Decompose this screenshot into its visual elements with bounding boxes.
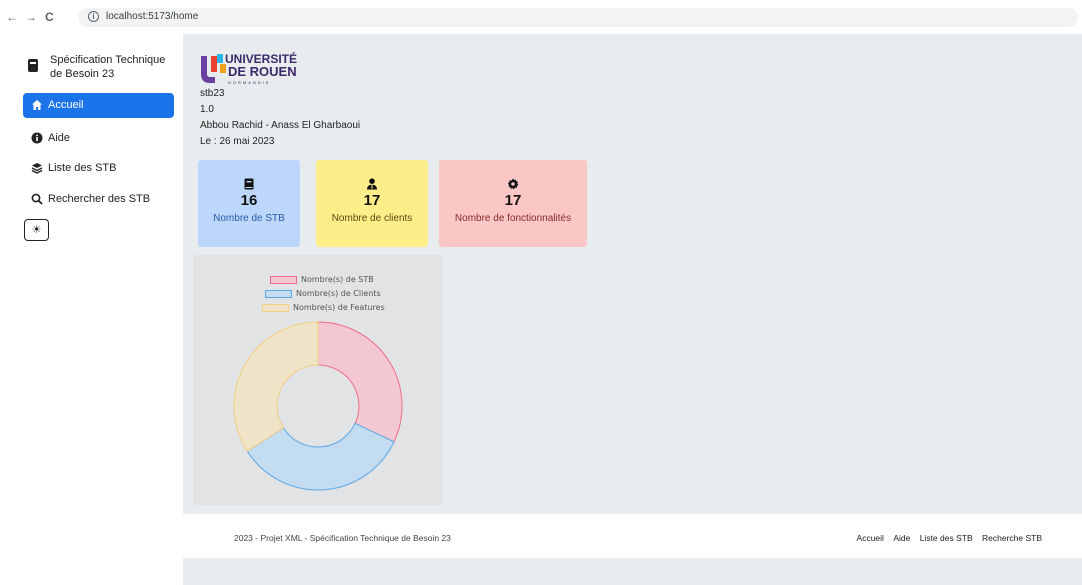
sidebar-item-label: Liste des STB xyxy=(48,162,117,174)
address-bar[interactable] xyxy=(78,8,1078,27)
legend-swatch xyxy=(265,290,292,298)
brand-title: Spécification Technique de Besoin 23 xyxy=(50,54,166,80)
footer-copyright: 2023 - Projet XML - Spécification Techni… xyxy=(234,533,451,543)
logo-line2: DE ROUEN xyxy=(228,64,297,79)
legend-label: Nombre(s) de Clients xyxy=(296,289,381,298)
footer-link-aide[interactable]: Aide xyxy=(893,533,910,543)
reload-button[interactable]: C xyxy=(45,10,54,24)
stb-version: 1.0 xyxy=(200,104,214,115)
sidebar-item-accueil[interactable]: Accueil xyxy=(23,93,174,118)
forward-button[interactable]: → xyxy=(25,10,37,24)
university-logo: UNIVERSITÉ DE ROUEN NORMANDIE xyxy=(201,51,297,85)
theme-toggle-button[interactable]: ☀ xyxy=(24,219,49,241)
stat-label: Nombre de fonctionnalités xyxy=(454,213,572,224)
legend-swatch xyxy=(262,304,289,312)
stat-card-stb: 16 Nombre de STB xyxy=(198,160,300,247)
stat-label: Nombre de clients xyxy=(331,213,413,224)
main-content: UNIVERSITÉ DE ROUEN NORMANDIE stb23 1.0 … xyxy=(183,34,1082,514)
logo-line3: NORMANDIE xyxy=(228,80,270,85)
home-icon xyxy=(32,100,42,110)
stat-card-fonctionnalites: 17 Nombre de fonctionnalités xyxy=(439,160,587,247)
stb-title: stb23 xyxy=(200,88,225,99)
sidebar-item-label: Accueil xyxy=(48,99,84,111)
stat-label: Nombre de STB xyxy=(213,213,285,224)
legend-swatch xyxy=(270,276,297,284)
footer: 2023 - Projet XML - Spécification Techni… xyxy=(183,514,1082,558)
user-icon xyxy=(367,178,377,190)
legend-label: Nombre(s) de Features xyxy=(293,303,385,312)
stat-value: 17 xyxy=(363,192,381,209)
footer-link-accueil[interactable]: Accueil xyxy=(857,533,884,543)
search-icon xyxy=(31,193,43,205)
page-bottom xyxy=(183,558,1082,585)
browser-toolbar: ← → C i localhost:5173/home xyxy=(0,0,1082,34)
doughnut-slice[interactable] xyxy=(233,321,319,452)
book-icon xyxy=(28,59,38,72)
sidebar-item-liste-stb[interactable]: Liste des STB xyxy=(23,156,174,181)
doughnut-slice[interactable] xyxy=(246,422,395,491)
info-icon xyxy=(31,132,43,144)
footer-link-liste-stb[interactable]: Liste des STB xyxy=(920,533,973,543)
legend-label: Nombre(s) de STB xyxy=(301,275,374,284)
sidebar-item-label: Aide xyxy=(48,132,71,144)
gear-icon xyxy=(507,178,519,190)
back-button[interactable]: ← xyxy=(6,10,18,24)
doughnut-chart-panel: Nombre(s) de STB Nombre(s) de Clients No… xyxy=(193,255,443,505)
sidebar: Spécification Technique de Besoin 23 Acc… xyxy=(0,34,183,585)
stat-value: 16 xyxy=(240,192,258,209)
book-icon xyxy=(244,178,254,190)
doughnut-slice[interactable] xyxy=(317,321,403,443)
footer-link-recherche-stb[interactable]: Recherche STB xyxy=(982,533,1042,543)
sun-icon: ☀ xyxy=(31,224,42,236)
stat-value: 17 xyxy=(504,192,522,209)
layers-icon xyxy=(31,163,43,174)
sidebar-item-aide[interactable]: Aide xyxy=(23,126,174,151)
footer-links: Accueil Aide Liste des STB Recherche STB xyxy=(850,533,1042,543)
sidebar-item-rechercher-stb[interactable]: Rechercher des STB xyxy=(23,187,174,212)
stat-card-clients: 17 Nombre de clients xyxy=(316,160,428,247)
sidebar-item-label: Rechercher des STB xyxy=(48,193,151,205)
stb-date: Le : 26 mai 2023 xyxy=(200,136,275,147)
url-text[interactable]: localhost:5173/home xyxy=(106,11,198,22)
site-info-icon[interactable]: i xyxy=(88,11,99,22)
stb-authors: Abbou Rachid - Anass El Gharbaoui xyxy=(200,120,361,131)
